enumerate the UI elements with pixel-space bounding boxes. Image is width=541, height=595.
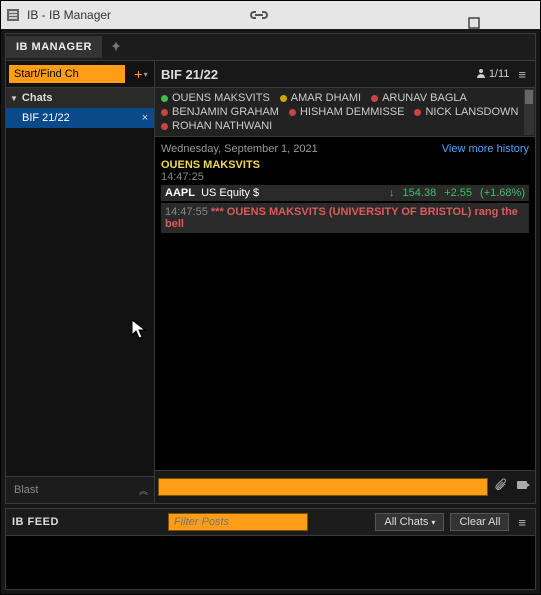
participants-list: OUENS MAKSVITS AMAR DHAMI ARUNAV BAGLA B… [155, 88, 535, 137]
message-list: Wednesday, September 1, 2021 View more h… [155, 137, 535, 470]
app-window: IB - IB Manager ≡ Options [0, 0, 541, 595]
all-chats-dropdown[interactable]: All Chats ▾ [375, 513, 444, 531]
participant[interactable]: OUENS MAKSVITS [161, 92, 270, 104]
close-chat-icon[interactable]: × [136, 112, 154, 124]
feed-title: IB FEED [12, 516, 162, 528]
blast-label: Blast [14, 484, 38, 496]
chat-item-label: BIF 21/22 [22, 112, 70, 124]
view-more-history-link[interactable]: View more history [442, 143, 529, 155]
status-dot-icon [414, 109, 421, 116]
title-bar: IB - IB Manager ≡ Options [1, 1, 540, 29]
attachment-icon[interactable] [492, 478, 510, 497]
feed-filter-input[interactable] [168, 513, 308, 531]
chevron-down-icon: ▾ [144, 70, 148, 79]
plus-icon: + [134, 66, 142, 82]
blast-button[interactable]: Blast ︽ [6, 476, 154, 503]
status-dot-icon [161, 123, 168, 130]
app-icon [1, 8, 25, 22]
message-timestamp: 14:47:25 [161, 171, 529, 183]
manager-header: IB MANAGER [6, 34, 535, 61]
feed-header: IB FEED All Chats ▾ Clear All ≡ [6, 509, 535, 536]
price-arrow-icon: ↓ [389, 187, 395, 199]
participant[interactable]: BENJAMIN GRAHAM [161, 106, 279, 118]
manager-tab[interactable]: IB MANAGER [6, 36, 102, 58]
clear-all-button[interactable]: Clear All [450, 513, 509, 531]
room-title: BIF 21/22 [161, 67, 470, 82]
chats-group-label: Chats [22, 92, 53, 104]
collapse-icon: ▼ [10, 94, 18, 103]
chat-panel: BIF 21/22 1/11 ≡ OUENS MAKSVITS AMAR [155, 61, 535, 503]
participant[interactable]: NICK LANSDOWN [414, 106, 518, 118]
participant-count[interactable]: 1/11 [476, 68, 510, 81]
add-chat-button[interactable]: +▾ [128, 66, 154, 82]
feed-panel: IB FEED All Chats ▾ Clear All ≡ [5, 508, 536, 590]
person-icon [476, 68, 486, 81]
chevron-up-icon: ︽ [139, 484, 146, 497]
sidebar: Start/Find Ch +▾ ▼ Chats BIF 21/22 × [6, 61, 155, 503]
chevron-down-icon: ▾ [431, 518, 435, 527]
start-find-chat-button[interactable]: Start/Find Ch [9, 65, 125, 83]
system-message: 14:47:55 *** OUENS MAKSVITS (UNIVERSITY … [161, 203, 529, 233]
pin-icon[interactable] [102, 41, 130, 53]
sidebar-chat-item[interactable]: BIF 21/22 × [6, 108, 154, 128]
send-icon[interactable] [514, 478, 532, 497]
status-dot-icon [161, 95, 168, 102]
room-header: BIF 21/22 1/11 ≡ [155, 61, 535, 88]
manager-panel: IB MANAGER Start/Find Ch +▾ ▼ [5, 33, 536, 504]
client-area: IB MANAGER Start/Find Ch +▾ ▼ [1, 29, 540, 594]
status-dot-icon [371, 95, 378, 102]
link-icon[interactable] [244, 1, 274, 29]
feed-menu-icon[interactable]: ≡ [515, 515, 529, 530]
participant[interactable]: AMAR DHAMI [280, 92, 361, 104]
message-sender: OUENS MAKSVITS [161, 157, 529, 171]
room-menu-icon[interactable]: ≡ [515, 67, 529, 82]
date-separator: Wednesday, September 1, 2021 [161, 143, 318, 155]
status-dot-icon [280, 95, 287, 102]
status-dot-icon [161, 109, 168, 116]
security-quote[interactable]: AAPL US Equity $ ↓154.38 +2.55 (+1.68%) [161, 185, 529, 201]
message-input[interactable] [158, 478, 488, 496]
message-input-row [155, 470, 535, 503]
chats-group-header[interactable]: ▼ Chats [6, 88, 154, 108]
window-title: IB - IB Manager [25, 8, 111, 22]
status-dot-icon [289, 109, 296, 116]
participant[interactable]: ARUNAV BAGLA [371, 92, 467, 104]
participant[interactable]: HISHAM DEMMISSE [289, 106, 405, 118]
participant[interactable]: ROHAN NATHWANI [161, 120, 272, 132]
feed-body [6, 536, 535, 589]
participants-scrollbar[interactable] [524, 89, 534, 135]
minimize-button[interactable] [459, 0, 489, 9]
